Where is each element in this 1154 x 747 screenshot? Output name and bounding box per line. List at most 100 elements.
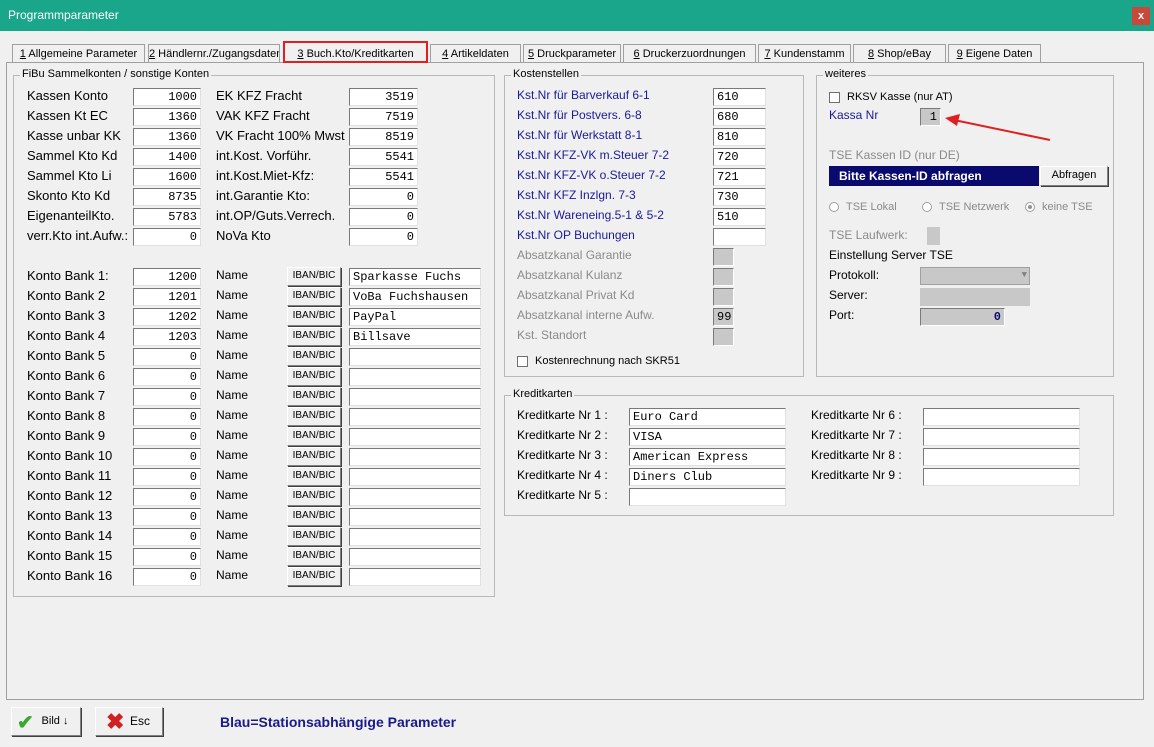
- iban-bic-button[interactable]: IBAN/BIC: [287, 427, 341, 446]
- close-button[interactable]: x: [1132, 7, 1150, 25]
- fibu-extra-field[interactable]: 0: [349, 228, 418, 246]
- bank-name-field[interactable]: [349, 508, 481, 526]
- kreditkarte-field[interactable]: Euro Card: [629, 408, 786, 426]
- iban-bic-button[interactable]: IBAN/BIC: [287, 307, 341, 326]
- bank-name-field[interactable]: [349, 408, 481, 426]
- kreditkarte-field[interactable]: American Express: [629, 448, 786, 466]
- bank-name-field[interactable]: [349, 428, 481, 446]
- bank-account-field[interactable]: 0: [133, 528, 201, 546]
- iban-bic-button[interactable]: IBAN/BIC: [287, 407, 341, 426]
- kostenstelle-field[interactable]: [713, 328, 734, 346]
- bank-name-field[interactable]: [349, 448, 481, 466]
- iban-bic-button[interactable]: IBAN/BIC: [287, 387, 341, 406]
- kostenstelle-field[interactable]: 510: [713, 208, 766, 226]
- tab-6[interactable]: 6 Druckerzuordnungen: [623, 44, 756, 62]
- protokoll-select[interactable]: ▼: [920, 267, 1030, 285]
- iban-bic-button[interactable]: IBAN/BIC: [287, 527, 341, 546]
- kostenstelle-field[interactable]: 810: [713, 128, 766, 146]
- fibu-account-field[interactable]: 5783: [133, 208, 201, 226]
- bank-name-field[interactable]: [349, 468, 481, 486]
- tab-9[interactable]: 9 Eigene Daten: [948, 44, 1041, 62]
- tse-mode-radio[interactable]: [829, 202, 839, 212]
- fibu-account-field[interactable]: 8735: [133, 188, 201, 206]
- bank-account-field[interactable]: 1202: [133, 308, 201, 326]
- bank-account-field[interactable]: 0: [133, 448, 201, 466]
- kostenstelle-field[interactable]: 730: [713, 188, 766, 206]
- kreditkarte-field[interactable]: [923, 428, 1080, 446]
- fibu-account-field[interactable]: 0: [133, 228, 201, 246]
- tab-7[interactable]: 7 Kundenstamm: [758, 44, 851, 62]
- bank-account-field[interactable]: 1201: [133, 288, 201, 306]
- bank-account-field[interactable]: 0: [133, 508, 201, 526]
- kostenstelle-field[interactable]: [713, 228, 766, 246]
- fibu-extra-field[interactable]: 5541: [349, 168, 418, 186]
- tab-8[interactable]: 8 Shop/eBay: [853, 44, 946, 62]
- tab-5[interactable]: 5 Druckparameter: [523, 44, 621, 62]
- bank-account-field[interactable]: 0: [133, 488, 201, 506]
- bank-account-field[interactable]: 0: [133, 408, 201, 426]
- kreditkarte-field[interactable]: Diners Club: [629, 468, 786, 486]
- fibu-account-field[interactable]: 1000: [133, 88, 201, 106]
- kostenstelle-field[interactable]: 610: [713, 88, 766, 106]
- kostenstelle-field[interactable]: 721: [713, 168, 766, 186]
- fibu-extra-field[interactable]: 0: [349, 208, 418, 226]
- bank-name-field[interactable]: [349, 488, 481, 506]
- bank-name-field[interactable]: [349, 388, 481, 406]
- kreditkarte-field[interactable]: [923, 448, 1080, 466]
- rksv-checkbox[interactable]: [829, 92, 840, 103]
- bank-account-field[interactable]: 0: [133, 348, 201, 366]
- kreditkarte-field[interactable]: VISA: [629, 428, 786, 446]
- iban-bic-button[interactable]: IBAN/BIC: [287, 447, 341, 466]
- kostenrechnung-checkbox[interactable]: [517, 356, 528, 367]
- fibu-extra-field[interactable]: 7519: [349, 108, 418, 126]
- esc-button[interactable]: ✖ Esc: [95, 707, 163, 736]
- bank-name-field[interactable]: VoBa Fuchshausen: [349, 288, 481, 306]
- laufwerk-field[interactable]: [927, 227, 940, 245]
- kostenstelle-field[interactable]: [713, 268, 734, 286]
- bank-name-field[interactable]: Billsave: [349, 328, 481, 346]
- fibu-extra-field[interactable]: 3519: [349, 88, 418, 106]
- bank-account-field[interactable]: 0: [133, 388, 201, 406]
- kassa-field[interactable]: 1: [920, 108, 941, 126]
- bank-name-field[interactable]: [349, 548, 481, 566]
- kostenstelle-field[interactable]: [713, 288, 734, 306]
- kreditkarte-field[interactable]: [923, 468, 1080, 486]
- iban-bic-button[interactable]: IBAN/BIC: [287, 467, 341, 486]
- tse-mode-radio[interactable]: [1025, 202, 1035, 212]
- kostenstelle-field[interactable]: 680: [713, 108, 766, 126]
- fibu-account-field[interactable]: 1400: [133, 148, 201, 166]
- iban-bic-button[interactable]: IBAN/BIC: [287, 327, 341, 346]
- fibu-account-field[interactable]: 1600: [133, 168, 201, 186]
- bank-account-field[interactable]: 1203: [133, 328, 201, 346]
- fibu-extra-field[interactable]: 8519: [349, 128, 418, 146]
- iban-bic-button[interactable]: IBAN/BIC: [287, 507, 341, 526]
- iban-bic-button[interactable]: IBAN/BIC: [287, 487, 341, 506]
- bank-name-field[interactable]: Sparkasse Fuchs: [349, 268, 481, 286]
- kreditkarte-field[interactable]: [629, 488, 786, 506]
- bank-name-field[interactable]: [349, 528, 481, 546]
- tab-2[interactable]: 2 Händlernr./Zugangsdaten: [148, 44, 280, 62]
- tab-3[interactable]: 3 Buch.Kto/Kreditkarten: [283, 41, 428, 63]
- iban-bic-button[interactable]: IBAN/BIC: [287, 267, 341, 286]
- tab-1[interactable]: 1 Allgemeine Parameter: [12, 44, 145, 62]
- bank-account-field[interactable]: 1200: [133, 268, 201, 286]
- bank-name-field[interactable]: [349, 368, 481, 386]
- bank-account-field[interactable]: 0: [133, 428, 201, 446]
- fibu-account-field[interactable]: 1360: [133, 108, 201, 126]
- bank-name-field[interactable]: [349, 568, 481, 586]
- tab-4[interactable]: 4 Artikeldaten: [430, 44, 521, 62]
- server-field[interactable]: [920, 288, 1030, 306]
- tse-mode-radio[interactable]: [922, 202, 932, 212]
- bank-account-field[interactable]: 0: [133, 468, 201, 486]
- kostenstelle-field[interactable]: [713, 248, 734, 266]
- port-field[interactable]: 0: [920, 308, 1005, 326]
- iban-bic-button[interactable]: IBAN/BIC: [287, 567, 341, 586]
- kreditkarte-field[interactable]: [923, 408, 1080, 426]
- bank-account-field[interactable]: 0: [133, 368, 201, 386]
- bank-account-field[interactable]: 0: [133, 568, 201, 586]
- iban-bic-button[interactable]: IBAN/BIC: [287, 287, 341, 306]
- kostenstelle-field[interactable]: 99: [713, 308, 734, 326]
- fibu-extra-field[interactable]: 5541: [349, 148, 418, 166]
- bank-account-field[interactable]: 0: [133, 548, 201, 566]
- fibu-extra-field[interactable]: 0: [349, 188, 418, 206]
